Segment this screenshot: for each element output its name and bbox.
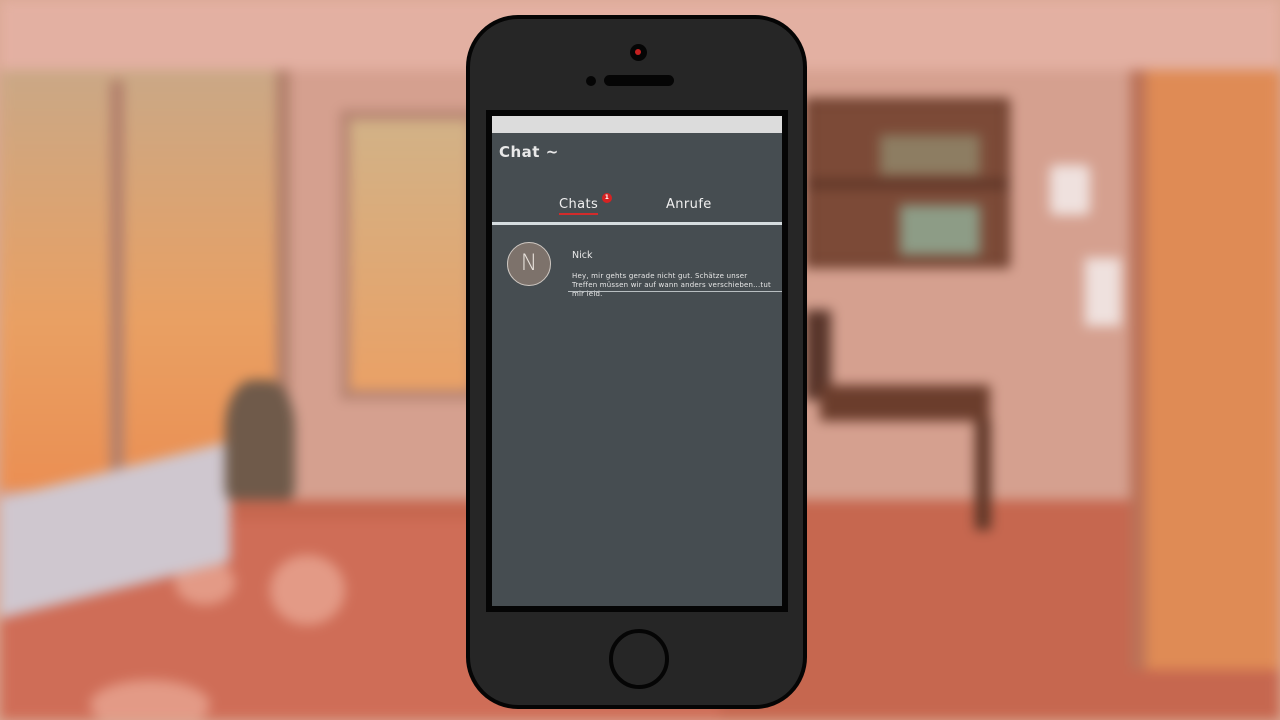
speaker-grille <box>604 75 674 86</box>
rug-pattern <box>270 555 345 625</box>
camera-icon <box>630 44 647 61</box>
chat-list-item[interactable]: N Nick Hey, mir gehts gerade nicht gut. … <box>492 236 782 306</box>
wall-frame <box>1050 165 1090 215</box>
plant <box>225 380 295 500</box>
unread-badge: 1 <box>602 193 612 203</box>
door <box>1130 70 1280 670</box>
books <box>900 205 980 255</box>
books <box>880 135 980 175</box>
chat-app: Chat ~ Chats 1 Anrufe N Nick Hey, mir ge… <box>492 116 782 606</box>
table-leg <box>975 420 991 530</box>
app-title: Chat ~ <box>499 143 559 161</box>
chat-contact-name: Nick <box>572 250 593 261</box>
tab-chats-label: Chats <box>559 197 599 215</box>
shelf-board <box>805 180 1010 188</box>
avatar: N <box>507 242 551 286</box>
middle-window <box>340 110 480 400</box>
chat-divider <box>568 291 782 292</box>
tab-chats[interactable]: Chats 1 <box>559 193 612 215</box>
table <box>820 385 990 421</box>
tab-divider <box>492 222 782 225</box>
tab-calls[interactable]: Anrufe <box>666 197 712 212</box>
chat-message-preview: Hey, mir gehts gerade nicht gut. Schätze… <box>572 272 771 298</box>
tab-calls-label: Anrufe <box>666 197 712 212</box>
home-button[interactable] <box>609 629 669 689</box>
phone-screen: Chat ~ Chats 1 Anrufe N Nick Hey, mir ge… <box>486 110 788 612</box>
left-window-frame <box>110 80 124 480</box>
wall-frame <box>1085 258 1121 326</box>
sensor-icon <box>586 76 596 86</box>
status-bar <box>492 116 782 133</box>
